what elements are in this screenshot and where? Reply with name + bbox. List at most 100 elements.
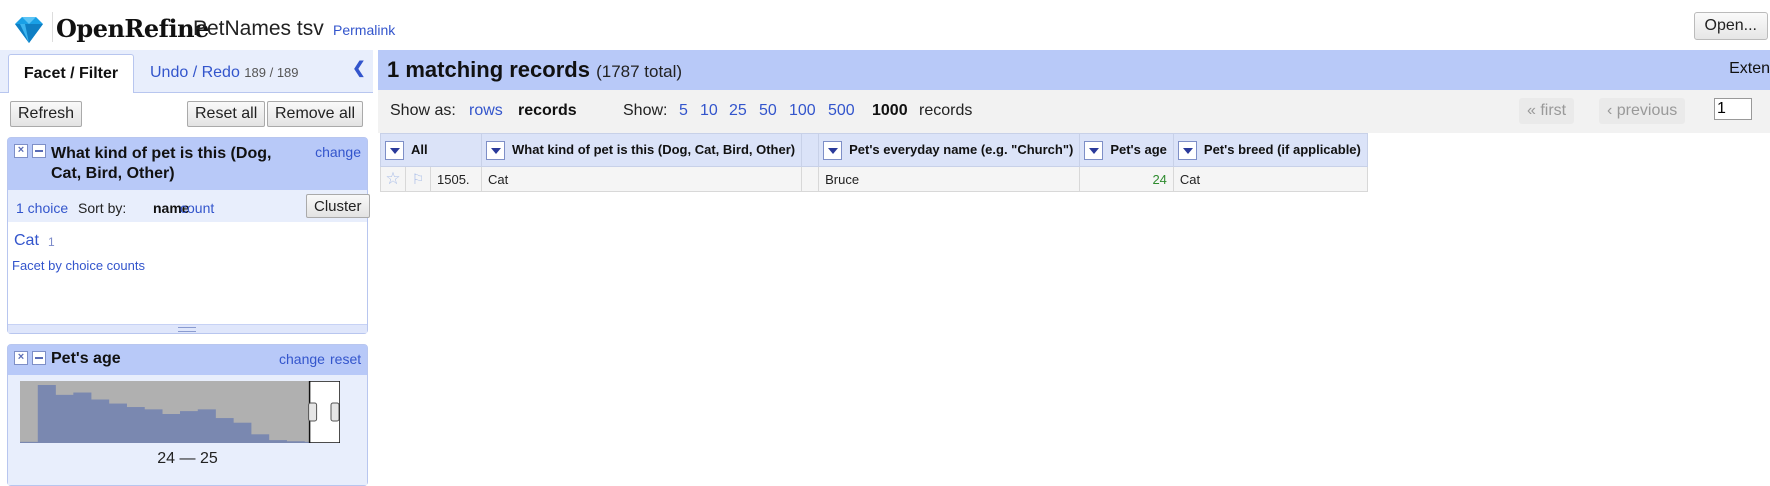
range-handle-left[interactable]: [308, 402, 318, 422]
facet-pet-kind: × What kind of pet is this (Dog, Cat, Bi…: [7, 137, 370, 334]
facet-reset-link[interactable]: reset: [330, 351, 361, 367]
page-size-100[interactable]: 100: [789, 102, 816, 120]
range-label: 24 — 25: [157, 450, 218, 467]
flag-cell[interactable]: ⚐: [405, 166, 431, 192]
minimize-facet-icon[interactable]: [32, 351, 46, 365]
facet-resize-handle[interactable]: [8, 324, 367, 333]
openrefine-diamond-icon[interactable]: [12, 14, 46, 46]
choice-count-link[interactable]: 1 choice: [16, 200, 68, 216]
column-menu-icon[interactable]: [1177, 140, 1197, 160]
histogram-bar: [73, 392, 92, 443]
facet-change-link[interactable]: change: [279, 351, 325, 367]
reset-all-button[interactable]: Reset all: [187, 101, 266, 127]
page-size-25[interactable]: 25: [729, 102, 747, 120]
permalink-link[interactable]: Permalink: [333, 22, 395, 38]
cluster-button[interactable]: Cluster: [306, 194, 370, 218]
page-size-10[interactable]: 10: [700, 102, 718, 120]
remove-all-button[interactable]: Remove all: [267, 101, 364, 127]
numeric-facet-body: 24 — 25: [8, 375, 367, 485]
histogram-bar: [91, 399, 110, 443]
page-size-suffix: records: [919, 102, 973, 119]
range-handle-right[interactable]: [330, 402, 340, 422]
facet-pet-age: × Pet's age change reset 24 — 25: [7, 344, 368, 486]
close-facet-icon[interactable]: ×: [14, 351, 28, 365]
collapse-panel-icon[interactable]: ❮: [350, 58, 368, 80]
facet-choices: Cat 1 Facet by choice counts: [8, 224, 367, 324]
app-logo-text[interactable]: OpenRefine: [56, 14, 209, 43]
project-name[interactable]: PetNames tsv: [193, 17, 324, 41]
page-number-input[interactable]: [1714, 98, 1752, 120]
histogram-bar: [197, 409, 216, 443]
data-table: All What kind of pet is this (Dog, Cat, …: [380, 133, 1368, 192]
facet-change-link[interactable]: change: [315, 144, 361, 160]
show-as-label: Show as:: [390, 102, 456, 119]
facet-title[interactable]: Pet's age: [51, 350, 121, 368]
app-header: OpenRefine PetNames tsv Permalink Open..…: [0, 0, 1770, 50]
column-header-pet-age[interactable]: Pet's age: [1079, 133, 1174, 167]
facet-area: Refresh Reset all Remove all × What kind…: [0, 93, 373, 486]
tab-facet-filter[interactable]: Facet / Filter: [8, 54, 134, 94]
view-bar: Show as: rows records Show: 5 10 25 50 1…: [378, 90, 1770, 133]
column-menu-icon[interactable]: [823, 140, 843, 160]
matching-records-count: 1 matching records: [387, 57, 590, 82]
total-records: (1787 total): [596, 62, 683, 81]
column-menu-icon[interactable]: [385, 140, 404, 160]
data-grid: All What kind of pet is this (Dog, Cat, …: [378, 133, 1770, 477]
column-header-label: Pet's age: [1110, 141, 1167, 157]
flag-icon[interactable]: ⚐: [412, 171, 425, 187]
close-facet-icon[interactable]: ×: [14, 144, 28, 158]
first-page-button[interactable]: « first: [1519, 98, 1575, 124]
show-as-rows[interactable]: rows: [469, 102, 503, 120]
histogram-bar: [251, 434, 270, 443]
age-histogram[interactable]: [20, 381, 340, 443]
column-header-pet-name[interactable]: Pet's everyday name (e.g. "Church"): [818, 133, 1081, 167]
minimize-facet-icon[interactable]: [32, 144, 46, 158]
page-size-500[interactable]: 500: [828, 102, 855, 120]
page-size-label: Show:: [623, 102, 668, 119]
facet-controls: 1 choice Sort by: name count Cluster: [8, 190, 370, 222]
page-size-50[interactable]: 50: [759, 102, 777, 120]
left-panel-tabs: Facet / Filter Undo / Redo 189 / 189 ❮: [0, 50, 373, 94]
column-header-label: What kind of pet is this (Dog, Cat, Bird…: [512, 141, 796, 157]
facet-choice[interactable]: Cat: [14, 232, 39, 250]
facet-choice-count: 1: [48, 235, 55, 249]
page-size-5[interactable]: 5: [679, 102, 688, 120]
histogram-bar: [215, 418, 234, 443]
column-menu-icon[interactable]: [486, 140, 505, 160]
tab-undo-redo[interactable]: Undo / Redo 189 / 189: [150, 54, 299, 92]
extensions-menu[interactable]: Exten: [1729, 60, 1770, 78]
facet-by-choice-counts-link[interactable]: Facet by choice counts: [12, 258, 145, 273]
histogram-bar: [37, 385, 56, 443]
facet-title[interactable]: What kind of pet is this (Dog, Cat, Bird…: [51, 144, 291, 184]
histogram-bar: [144, 409, 163, 443]
column-header-label: All: [411, 141, 428, 157]
summary-bar: 1 matching records (1787 total): [387, 57, 682, 83]
column-header-all[interactable]: All: [380, 133, 482, 167]
show-as-records[interactable]: records: [518, 102, 577, 120]
right-panel: 1 matching records (1787 total) Exten Sh…: [378, 50, 1770, 477]
histogram-bar: [180, 411, 199, 443]
sort-by-label: Sort by:: [78, 200, 127, 216]
histogram-bar: [108, 403, 127, 443]
previous-page-button[interactable]: ‹ previous: [1599, 98, 1686, 124]
table-row: ☆ ⚐ 1505. Cat Bruce 24 Cat: [380, 166, 1368, 192]
histogram-bar: [126, 407, 145, 443]
open-button[interactable]: Open...: [1693, 12, 1768, 40]
column-menu-icon[interactable]: [1084, 140, 1104, 160]
column-header-blank[interactable]: [801, 133, 820, 167]
column-header-pet-kind[interactable]: What kind of pet is this (Dog, Cat, Bird…: [480, 133, 803, 167]
sort-by-count[interactable]: count: [180, 200, 214, 216]
resize-grip-icon: [178, 327, 196, 332]
cell-blank[interactable]: [801, 166, 820, 192]
cell-pet-breed[interactable]: Cat: [1172, 166, 1368, 192]
row-index: 1505.: [430, 166, 482, 192]
star-cell[interactable]: ☆: [380, 166, 406, 192]
column-header-pet-breed[interactable]: Pet's breed (if applicable): [1172, 133, 1368, 167]
star-icon[interactable]: ☆: [385, 169, 400, 188]
refresh-button[interactable]: Refresh: [10, 101, 83, 127]
cell-pet-kind[interactable]: Cat: [480, 166, 803, 192]
cell-pet-name[interactable]: Bruce: [818, 166, 1081, 192]
cell-pet-age[interactable]: 24: [1079, 166, 1174, 192]
page-size-1000[interactable]: 1000: [872, 102, 908, 120]
column-header-label: Pet's breed (if applicable): [1203, 141, 1361, 157]
